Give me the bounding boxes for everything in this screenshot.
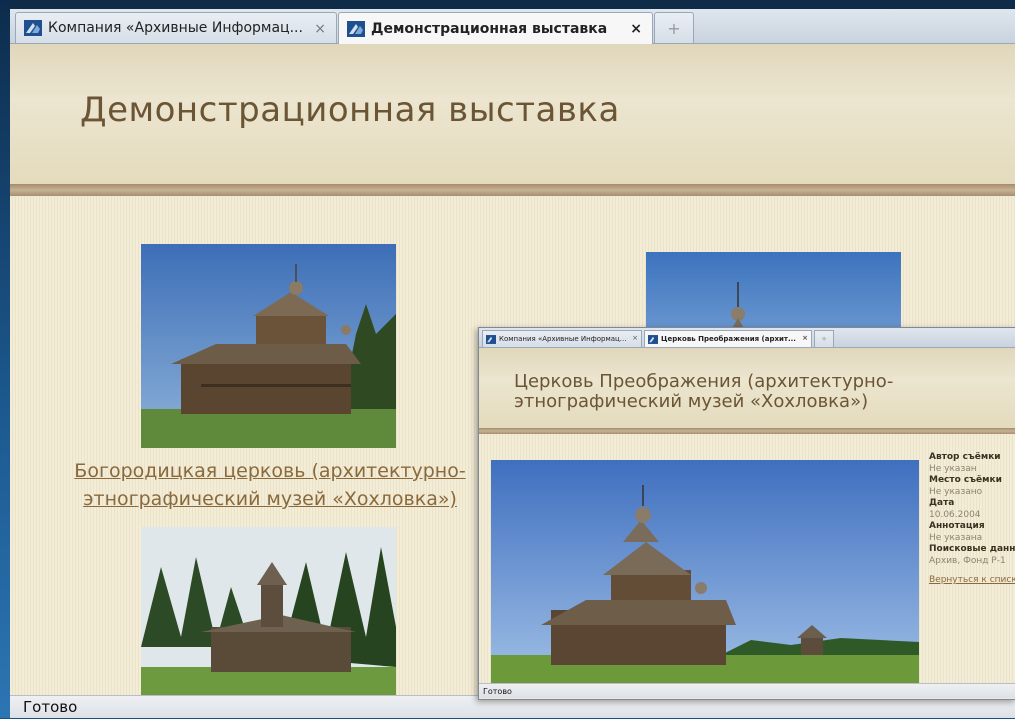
page-header: Церковь Преображения (архитектурно-этног… <box>479 348 1015 428</box>
tab-label: Компания «Архивные Информац... <box>499 335 627 343</box>
archive-favicon-icon <box>347 20 365 37</box>
plus-icon: + <box>821 335 827 343</box>
close-tab-icon[interactable]: × <box>802 334 808 342</box>
photo-metadata: Автор съёмки Не указан Место съёмки Не у… <box>929 452 1015 587</box>
exhibit-link[interactable]: Богородицкая церковь (архитектурно-этног… <box>70 457 470 513</box>
tab-label: Компания «Архивные Информац... <box>48 20 303 36</box>
search-data-value: Архив, Фонд Р-1 <box>929 555 1006 566</box>
annotation-label: Аннотация <box>929 521 985 531</box>
page-header: Демонстрационная выставка <box>10 44 1015 184</box>
annotation-value: Не указана <box>929 532 983 543</box>
place-value: Не указано <box>929 486 983 497</box>
page-title: Демонстрационная выставка <box>80 90 620 130</box>
tab-bar: Компания «Архивные Информац... × Демонст… <box>10 9 1015 44</box>
author-value: Не указан <box>929 463 977 474</box>
church-image <box>491 460 919 683</box>
desktop-top-edge <box>0 0 1015 9</box>
tab-company[interactable]: Компания «Архивные Информац... × <box>482 330 642 347</box>
tab-bar: Компания «Архивные Информац... × Церковь… <box>479 328 1015 348</box>
church-photo <box>141 527 396 695</box>
header-divider <box>479 428 1015 434</box>
back-to-list-link[interactable]: Вернуться к списку <box>929 575 1015 587</box>
search-data-label: Поисковые данные <box>929 544 1015 554</box>
close-tab-icon[interactable]: × <box>632 334 638 342</box>
close-tab-icon[interactable]: × <box>314 21 326 37</box>
date-label: Дата <box>929 498 955 508</box>
archive-favicon-icon <box>24 20 42 36</box>
exhibit-thumbnail[interactable] <box>141 244 396 448</box>
page-title: Церковь Преображения (архитектурно-этног… <box>514 371 894 412</box>
plus-icon: + <box>667 18 681 38</box>
church-photo <box>141 244 396 448</box>
new-tab-button[interactable]: + <box>814 330 834 347</box>
page-content: Церковь Преображения (архитектурно-этног… <box>479 348 1015 683</box>
tab-label: Демонстрационная выставка <box>371 20 608 37</box>
place-label: Место съёмки <box>929 475 1002 485</box>
exhibit-thumbnail[interactable] <box>141 527 396 695</box>
close-tab-icon[interactable]: × <box>630 21 642 37</box>
church-photo <box>491 460 919 683</box>
tab-company[interactable]: Компания «Архивные Информац... × <box>15 12 337 43</box>
author-label: Автор съёмки <box>929 452 1001 462</box>
status-bar: Готово <box>479 683 1015 698</box>
new-tab-button[interactable]: + <box>654 12 694 43</box>
tab-exhibition[interactable]: Демонстрационная выставка × <box>338 12 653 44</box>
date-value: 10.06.2004 <box>929 509 981 520</box>
archive-favicon-icon <box>486 334 496 344</box>
header-divider <box>10 184 1015 196</box>
inset-browser-window: Компания «Архивные Информац... × Церковь… <box>478 327 1015 700</box>
archive-favicon-icon <box>648 334 658 344</box>
tab-church[interactable]: Церковь Преображения (архит... × <box>644 330 812 347</box>
tab-label: Церковь Преображения (архит... <box>661 335 796 343</box>
